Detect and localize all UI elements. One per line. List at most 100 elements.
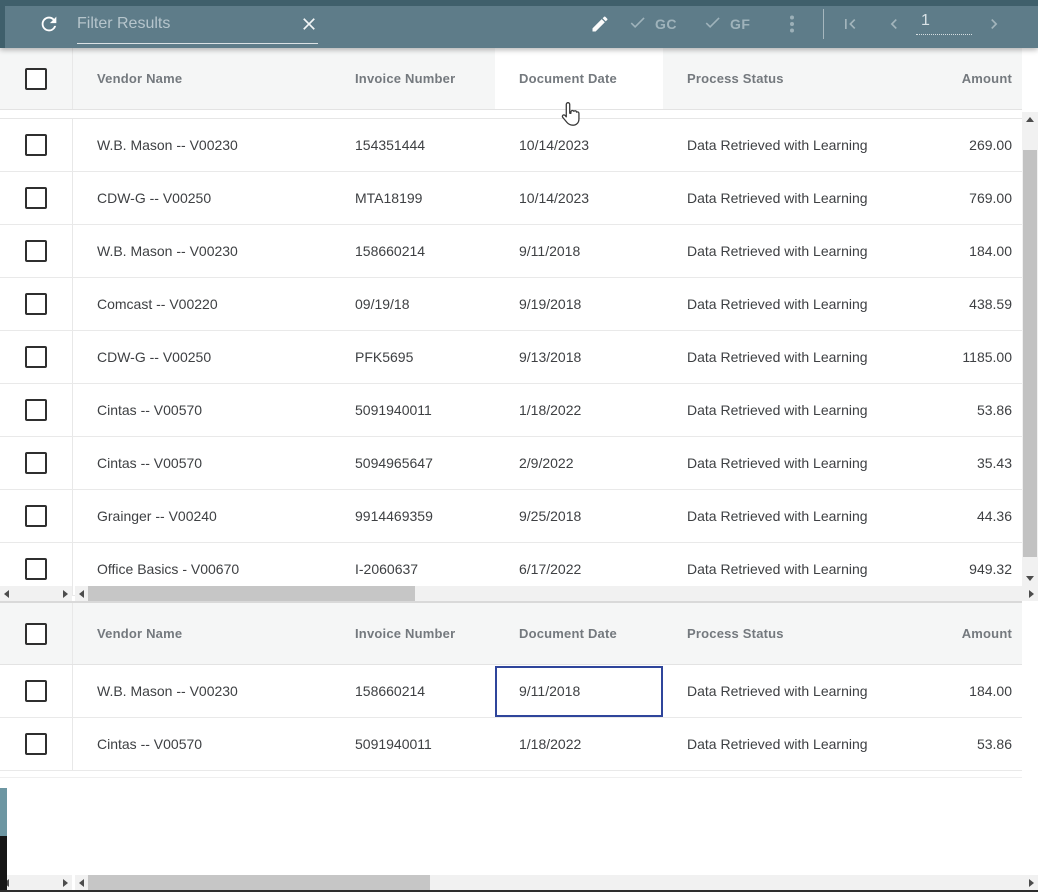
date-cell[interactable]: 1/18/2022	[495, 402, 663, 418]
table-row[interactable]: Cintas -- V0057050919400111/18/2022Data …	[0, 718, 1022, 771]
amount-cell[interactable]: 53.86	[868, 736, 1022, 752]
vendor-cell[interactable]: W.B. Mason -- V00230	[73, 243, 331, 259]
row-checkbox[interactable]	[25, 680, 47, 702]
status-cell[interactable]: Data Retrieved with Learning	[663, 137, 868, 153]
column-header-document-date[interactable]: Document Date	[495, 48, 663, 109]
scroll-left-arrow-icon[interactable]	[79, 879, 84, 887]
status-cell[interactable]: Data Retrieved with Learning	[663, 508, 868, 524]
column-header-process-status[interactable]: Process Status	[663, 626, 868, 641]
amount-cell[interactable]: 438.59	[868, 296, 1022, 312]
row-checkbox[interactable]	[25, 187, 47, 209]
invoice-cell[interactable]: I-2060637	[331, 561, 495, 577]
date-cell[interactable]: 9/19/2018	[495, 296, 663, 312]
status-cell[interactable]: Data Retrieved with Learning	[663, 683, 868, 699]
table-row[interactable]: Grainger -- V0024099144693599/25/2018Dat…	[0, 490, 1022, 543]
date-cell[interactable]: 9/25/2018	[495, 508, 663, 524]
more-options-button[interactable]	[789, 15, 795, 36]
row-checkbox[interactable]	[25, 505, 47, 527]
page-number-input[interactable]: 1	[916, 12, 972, 35]
date-cell[interactable]: 9/13/2018	[495, 349, 663, 365]
invoice-cell[interactable]: 154351444	[331, 137, 495, 153]
main-scroll-track[interactable]	[75, 586, 1038, 601]
status-cell[interactable]: Data Retrieved with Learning	[663, 402, 868, 418]
amount-cell[interactable]: 44.36	[868, 508, 1022, 524]
date-cell[interactable]: 10/14/2023	[495, 190, 663, 206]
edit-button[interactable]	[590, 14, 610, 37]
table-row[interactable]: Cintas -- V0057050949656472/9/2022Data R…	[0, 437, 1022, 490]
column-header-invoice-number[interactable]: Invoice Number	[331, 626, 495, 641]
filter-input[interactable]	[77, 9, 318, 44]
table-row[interactable]: CDW-G -- V00250PFK56959/13/2018Data Retr…	[0, 331, 1022, 384]
status-cell[interactable]: Data Retrieved with Learning	[663, 243, 868, 259]
column-header-vendor-name[interactable]: Vendor Name	[73, 71, 331, 86]
scroll-right-arrow-icon[interactable]	[63, 590, 68, 598]
row-checkbox[interactable]	[25, 558, 47, 580]
scroll-right-arrow-icon[interactable]	[1029, 590, 1034, 598]
frozen-column-scroll-track[interactable]	[0, 586, 72, 601]
status-cell[interactable]: Data Retrieved with Learning	[663, 349, 868, 365]
vendor-cell[interactable]: Cintas -- V00570	[73, 736, 331, 752]
vendor-cell[interactable]: CDW-G -- V00250	[73, 349, 331, 365]
row-checkbox[interactable]	[25, 733, 47, 755]
invoice-cell[interactable]: 158660214	[331, 243, 495, 259]
invoice-cell[interactable]: MTA18199	[331, 190, 495, 206]
scroll-down-arrow-icon[interactable]	[1026, 576, 1034, 581]
row-checkbox[interactable]	[25, 293, 47, 315]
status-cell[interactable]: Data Retrieved with Learning	[663, 296, 868, 312]
date-cell[interactable]: 9/11/2018	[495, 243, 663, 259]
horizontal-scroll-thumb[interactable]	[88, 875, 430, 891]
vendor-cell[interactable]: W.B. Mason -- V00230	[73, 683, 331, 699]
amount-cell[interactable]: 184.00	[868, 243, 1022, 259]
column-header-invoice-number[interactable]: Invoice Number	[331, 71, 495, 86]
top-table-vertical-scrollbar[interactable]	[1022, 112, 1038, 586]
table-row[interactable]: CDW-G -- V00250MTA1819910/14/2023Data Re…	[0, 172, 1022, 225]
vendor-cell[interactable]: Office Basics - V00670	[73, 561, 331, 577]
gf-button[interactable]: GF	[703, 13, 750, 35]
column-header-process-status[interactable]: Process Status	[663, 71, 868, 86]
vendor-cell[interactable]: Cintas -- V00570	[73, 402, 331, 418]
date-cell[interactable]: 10/14/2023	[495, 137, 663, 153]
amount-cell[interactable]: 53.86	[868, 402, 1022, 418]
clear-filter-button[interactable]	[299, 14, 319, 37]
refresh-button[interactable]	[38, 13, 60, 38]
horizontal-scroll-thumb[interactable]	[88, 586, 415, 601]
select-all-checkbox[interactable]	[25, 623, 47, 645]
amount-cell[interactable]: 769.00	[868, 190, 1022, 206]
table-row[interactable]: W.B. Mason -- V002301586602149/11/2018Da…	[0, 225, 1022, 278]
next-page-button[interactable]	[984, 14, 1004, 37]
invoice-cell[interactable]: 5091940011	[331, 402, 495, 418]
amount-cell[interactable]: 35.43	[868, 455, 1022, 471]
vertical-scroll-thumb[interactable]	[1023, 150, 1037, 557]
amount-cell[interactable]: 269.00	[868, 137, 1022, 153]
invoice-cell[interactable]: PFK5695	[331, 349, 495, 365]
vendor-cell[interactable]: CDW-G -- V00250	[73, 190, 331, 206]
column-header-amount[interactable]: Amount	[868, 71, 1022, 86]
invoice-cell[interactable]: 09/19/18	[331, 296, 495, 312]
status-cell[interactable]: Data Retrieved with Learning	[663, 736, 868, 752]
column-header-vendor-name[interactable]: Vendor Name	[73, 626, 331, 641]
row-checkbox[interactable]	[25, 240, 47, 262]
table-row[interactable]: W.B. Mason -- V0023015435144410/14/2023D…	[0, 119, 1022, 172]
scroll-right-arrow-icon[interactable]	[1029, 879, 1034, 887]
main-scroll-track[interactable]	[75, 875, 1038, 891]
date-cell[interactable]: 2/9/2022	[495, 455, 663, 471]
vendor-cell[interactable]: Grainger -- V00240	[73, 508, 331, 524]
date-cell[interactable]: 1/18/2022	[495, 736, 663, 752]
row-checkbox[interactable]	[25, 452, 47, 474]
scroll-left-arrow-icon[interactable]	[79, 590, 84, 598]
first-page-button[interactable]	[840, 14, 860, 37]
invoice-cell[interactable]: 158660214	[331, 683, 495, 699]
amount-cell[interactable]: 949.32	[868, 561, 1022, 577]
scroll-right-arrow-icon[interactable]	[63, 879, 68, 887]
status-cell[interactable]: Data Retrieved with Learning	[663, 455, 868, 471]
amount-cell[interactable]: 1185.00	[868, 349, 1022, 365]
column-header-document-date[interactable]: Document Date	[495, 626, 663, 641]
invoice-cell[interactable]: 5091940011	[331, 736, 495, 752]
table-row[interactable]: Comcast -- V0022009/19/189/19/2018Data R…	[0, 278, 1022, 331]
row-checkbox[interactable]	[25, 134, 47, 156]
invoice-cell[interactable]: 5094965647	[331, 455, 495, 471]
row-checkbox[interactable]	[25, 399, 47, 421]
status-cell[interactable]: Data Retrieved with Learning	[663, 190, 868, 206]
column-header-amount[interactable]: Amount	[868, 626, 1022, 641]
previous-page-button[interactable]	[884, 14, 904, 37]
